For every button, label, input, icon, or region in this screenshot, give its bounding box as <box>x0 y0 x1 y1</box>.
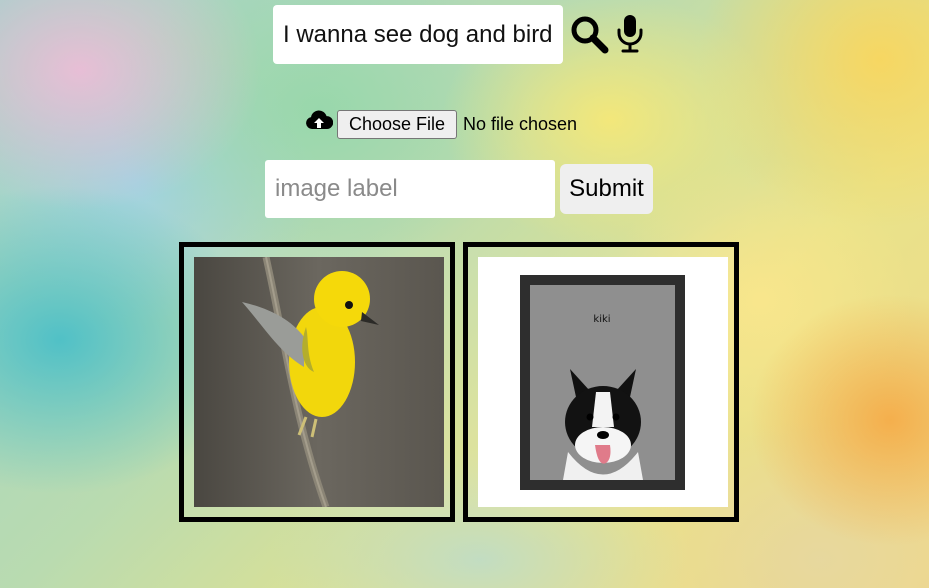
bird-image <box>194 257 444 507</box>
dog-image: kiki <box>478 257 728 507</box>
image-label-field[interactable] <box>265 160 555 218</box>
choose-file-button[interactable]: Choose File <box>337 110 457 139</box>
image-label-input[interactable] <box>275 175 545 203</box>
dog-frame-caption: kiki <box>593 314 610 325</box>
microphone-icon[interactable] <box>615 13 645 53</box>
submit-button[interactable]: Submit <box>560 164 653 214</box>
file-status-text: No file chosen <box>463 114 578 134</box>
cloud-upload-icon <box>305 109 334 133</box>
gallery-item-dog[interactable]: kiki <box>463 242 739 522</box>
search-icon[interactable] <box>569 14 609 54</box>
search-input[interactable] <box>283 20 553 49</box>
search-box[interactable] <box>273 5 563 64</box>
gallery-item-bird[interactable] <box>179 242 455 522</box>
